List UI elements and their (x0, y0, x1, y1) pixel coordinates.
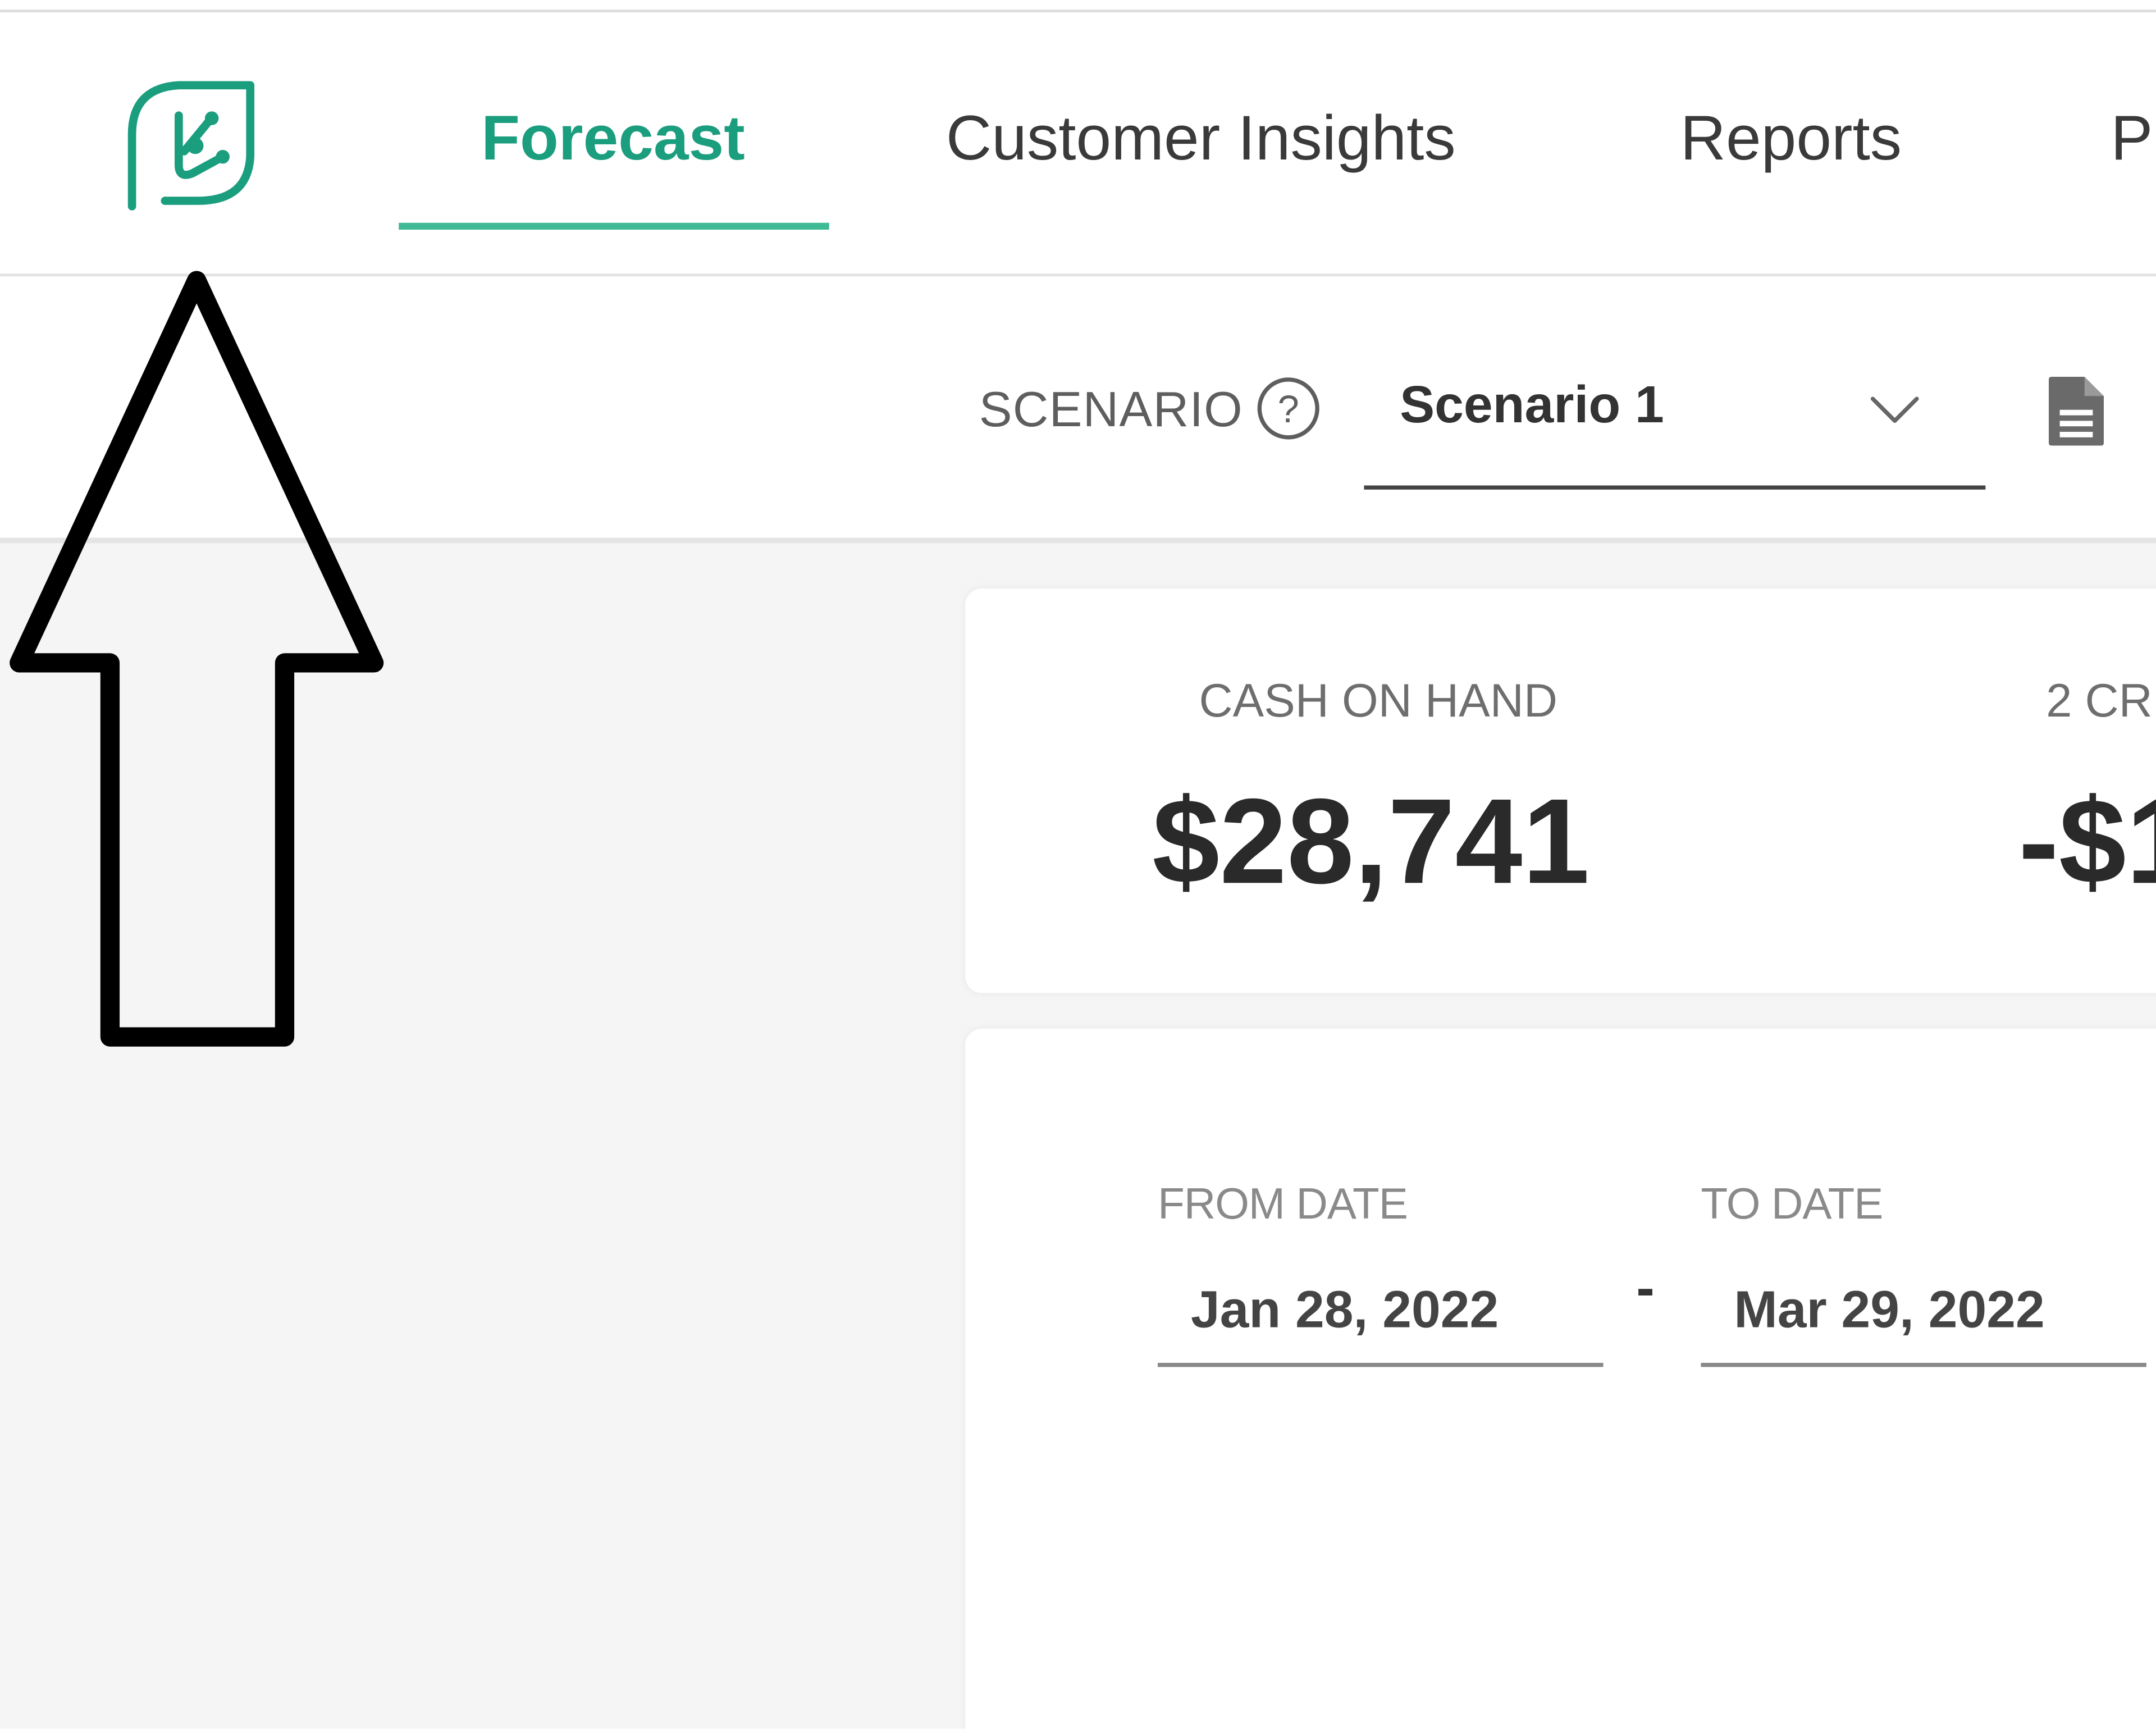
from-date-label: FROM DATE (1158, 1178, 1408, 1228)
scenario-label: SCENARIO (979, 381, 1244, 437)
leaf-logo-icon[interactable] (124, 80, 258, 212)
tab-customer-insights[interactable]: Customer Insights (946, 96, 1456, 179)
chevron-down-icon (1870, 396, 1919, 423)
tab-truncated[interactable]: P (2111, 96, 2153, 179)
to-date-label: TO DATE (1701, 1178, 1883, 1228)
scenario-select[interactable]: Scenario 1 (1364, 355, 1986, 490)
date-separator: - (1636, 1258, 1655, 1319)
active-tab-indicator (399, 222, 829, 230)
cash-on-hand-label: CASH ON HAND (1199, 675, 1557, 728)
document-icon[interactable] (2046, 374, 2107, 448)
second-metric-value: -$1 (2018, 773, 2156, 909)
cash-on-hand-value: $28,741 (1152, 773, 1590, 909)
date-range-card (965, 1028, 2156, 1729)
scenario-selected-value: Scenario 1 (1400, 377, 1664, 435)
app-window: Forecast Customer Insights Reports P SCE… (0, 0, 2156, 1729)
tab-reports[interactable]: Reports (1680, 96, 1902, 179)
up-arrow-annotation-icon (10, 271, 384, 1047)
svg-text:?: ? (1278, 387, 1299, 431)
second-metric-label: 2 CR (2046, 675, 2153, 728)
to-date-value: Mar 29, 2022 (1734, 1281, 2045, 1340)
tab-forecast[interactable]: Forecast (481, 96, 745, 179)
from-date-field[interactable]: Jan 28, 2022 (1158, 1265, 1604, 1367)
question-circle-icon[interactable]: ? (1254, 374, 1322, 442)
to-date-field[interactable]: Mar 29, 2022 (1701, 1265, 2146, 1367)
from-date-value: Jan 28, 2022 (1190, 1281, 1499, 1340)
